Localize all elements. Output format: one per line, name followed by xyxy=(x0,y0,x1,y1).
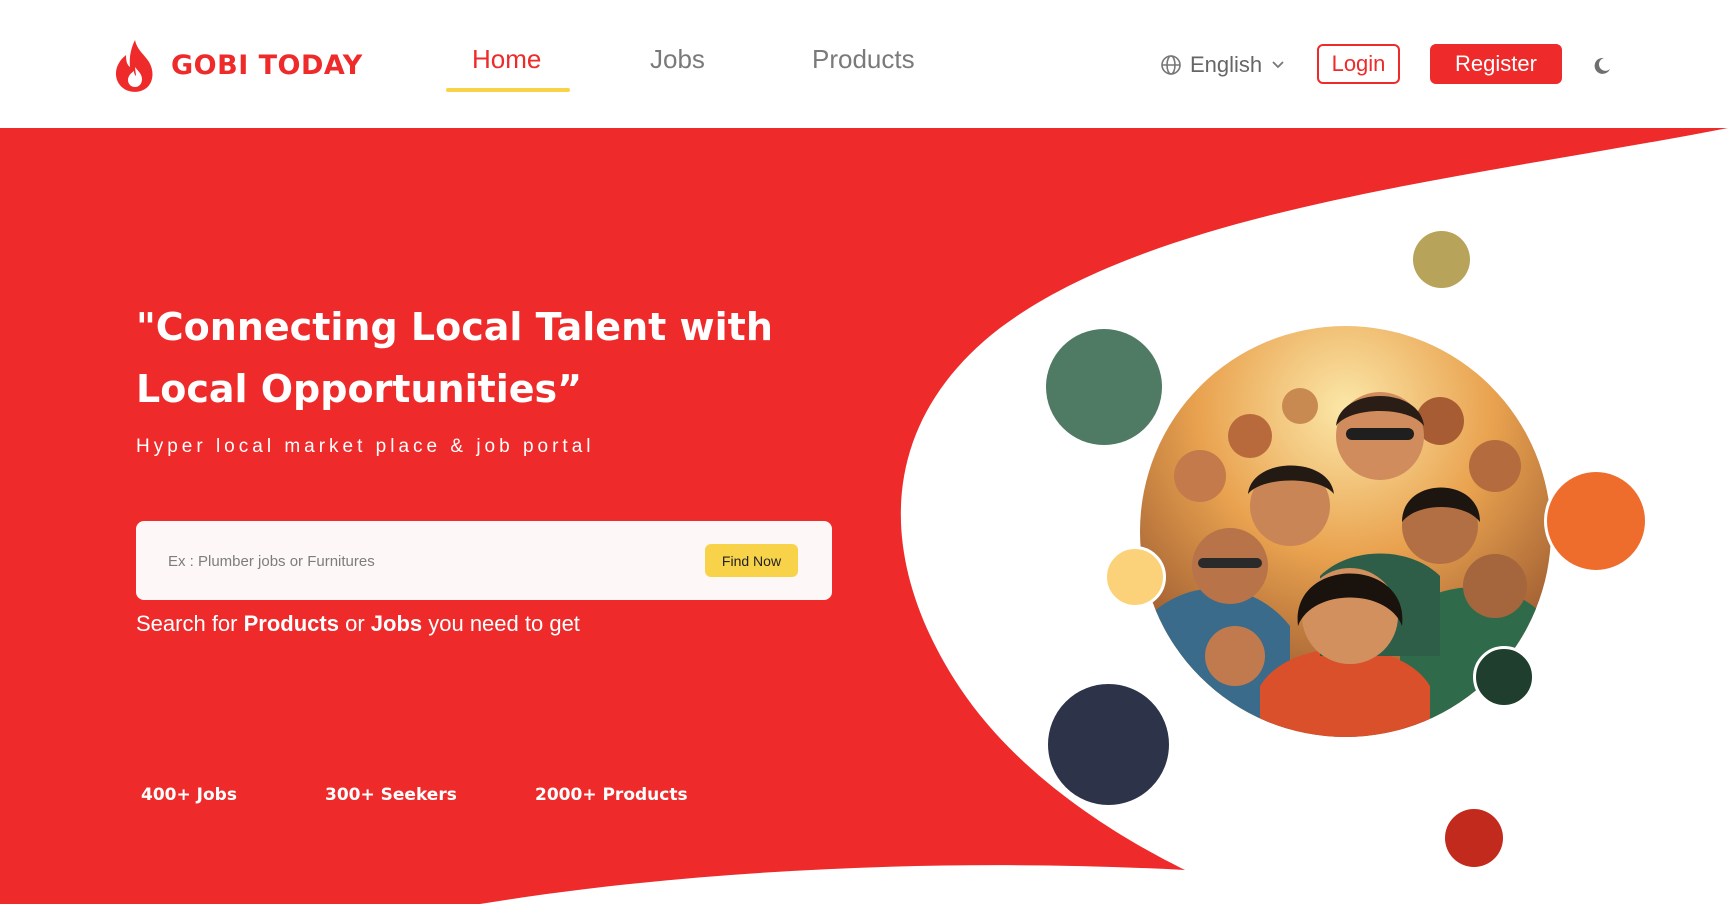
helper-pre: Search for xyxy=(136,611,244,636)
search-input[interactable] xyxy=(168,545,668,577)
language-selector[interactable]: English xyxy=(1160,52,1284,78)
moon-icon[interactable] xyxy=(1592,56,1612,76)
decor-dot-green xyxy=(1046,329,1162,445)
helper-mid: or xyxy=(338,611,371,636)
stat-seekers: 300+ Seekers xyxy=(325,785,457,805)
search-bar: Find Now xyxy=(136,521,832,600)
stat-products: 2000+ Products xyxy=(535,785,688,805)
helper-jobs: Jobs xyxy=(370,611,423,636)
nav-products[interactable]: Products xyxy=(812,44,915,75)
language-label: English xyxy=(1190,52,1263,77)
helper-products: Products xyxy=(243,611,339,636)
hero-headline-line-1: "Connecting Local Talent with xyxy=(136,305,773,349)
helper-post: you need to get xyxy=(422,611,580,636)
brand-name: GOBI TODAY xyxy=(171,49,363,81)
flame-icon xyxy=(115,40,153,92)
search-helper-text: Search for Products or Jobs you need to … xyxy=(136,611,580,637)
active-nav-indicator xyxy=(446,88,570,92)
top-navbar: GOBI TODAY Home Jobs Products English Lo… xyxy=(0,0,1728,129)
nav-jobs[interactable]: Jobs xyxy=(650,44,705,75)
login-button[interactable]: Login xyxy=(1317,44,1400,84)
stat-jobs: 400+ Jobs xyxy=(141,785,237,805)
decor-dot-orange xyxy=(1544,469,1648,573)
hero-headline-line-2: Local Opportunities” xyxy=(136,367,583,411)
hero-subtitle: Hyper local market place & job portal xyxy=(136,436,595,457)
decor-dot-olive xyxy=(1413,231,1470,288)
decor-dot-rust xyxy=(1445,809,1503,867)
find-now-button[interactable]: Find Now xyxy=(705,544,798,577)
decor-dot-sand xyxy=(1104,546,1166,608)
decor-dot-navy xyxy=(1045,681,1172,808)
globe-icon xyxy=(1161,55,1181,75)
register-button[interactable]: Register xyxy=(1430,44,1562,84)
brand-logo[interactable]: GOBI TODAY xyxy=(113,38,363,92)
chevron-down-icon xyxy=(1272,61,1284,69)
decor-dot-dark-green xyxy=(1473,646,1535,708)
nav-home[interactable]: Home xyxy=(472,44,541,75)
hero-headline: "Connecting Local Talent with Local Oppo… xyxy=(136,296,856,420)
